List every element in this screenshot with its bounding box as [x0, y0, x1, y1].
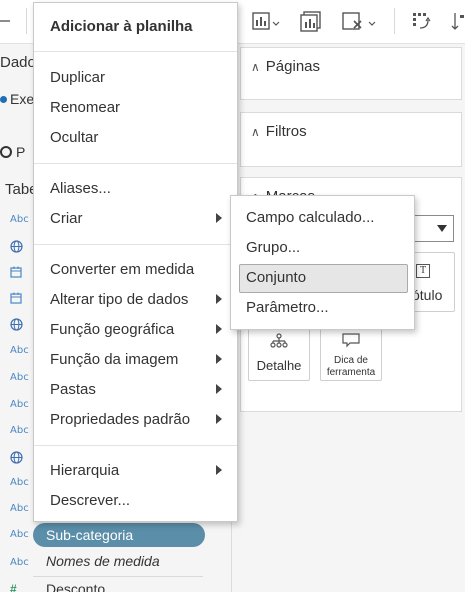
string-type-icon: Abc	[10, 503, 29, 514]
menu-hide[interactable]: Ocultar	[50, 129, 98, 146]
menu-separator	[34, 51, 237, 52]
menu-separator	[34, 163, 237, 164]
tooltip-label-line2: ferramenta	[326, 367, 376, 378]
search-icon	[0, 146, 12, 158]
string-type-icon: Abc	[10, 399, 29, 410]
sort-ascending-icon[interactable]	[448, 8, 465, 34]
tooltip-icon	[342, 333, 360, 348]
string-type-icon: Abc	[10, 557, 29, 568]
string-type-icon: Abc	[10, 372, 29, 383]
mark-type-dropdown[interactable]	[411, 215, 454, 242]
pages-title: Páginas	[265, 58, 321, 75]
duplicate-sheet-icon[interactable]	[298, 8, 328, 34]
submenu-arrow-icon	[216, 294, 222, 304]
submenu-set[interactable]: Conjunto	[246, 269, 306, 286]
label-mark-text: ótulo	[412, 287, 443, 303]
menu-image-role[interactable]: Função da imagem	[50, 351, 178, 368]
menu-convert-to-measure[interactable]: Converter em medida	[50, 261, 194, 278]
detail-mark-button[interactable]: Detalhe	[248, 327, 310, 381]
datasource-label: Exe	[10, 91, 35, 107]
search-text: P	[16, 144, 26, 160]
chevron-down-icon	[437, 225, 447, 232]
swap-rows-columns-icon[interactable]	[408, 8, 438, 34]
chevron-up-icon[interactable]: ∧	[251, 125, 260, 139]
submenu-group[interactable]: Grupo...	[246, 239, 300, 256]
menu-create[interactable]: Criar	[50, 210, 83, 227]
detail-label: Detalhe	[256, 358, 302, 373]
submenu-arrow-icon	[216, 324, 222, 334]
measures-divider	[33, 576, 203, 577]
submenu-arrow-icon	[216, 213, 222, 223]
filters-card-header: ∧ Filtros	[251, 123, 307, 140]
detail-icon	[270, 333, 288, 348]
text-label-icon: T	[416, 264, 430, 278]
back-arrow-icon[interactable]	[0, 8, 12, 34]
pages-card-header: ∧ Páginas	[251, 58, 320, 75]
measure-names-field[interactable]: Nomes de medida	[46, 553, 160, 569]
menu-describe[interactable]: Descrever...	[50, 492, 130, 509]
filters-card: ∧ Filtros	[240, 112, 462, 167]
pages-card: ∧ Páginas	[240, 47, 462, 100]
string-type-icon: Abc	[10, 214, 29, 225]
menu-aliases[interactable]: Aliases...	[50, 180, 111, 197]
field-context-menu: Adicionar à planilha Duplicar Renomear O…	[33, 2, 238, 522]
discount-field[interactable]: Desconto	[46, 581, 105, 592]
create-submenu: Campo calculado... Grupo... Conjunto Par…	[230, 195, 415, 330]
string-type-icon: Abc	[10, 477, 29, 488]
menu-hierarchy[interactable]: Hierarquia	[50, 462, 119, 479]
data-pane-title: Dado	[0, 54, 36, 71]
datasource-dot-icon	[0, 95, 7, 103]
date-type-icon	[10, 266, 22, 281]
tooltip-label-line1: Dica de	[334, 355, 368, 366]
string-type-icon: Abc	[10, 425, 29, 436]
menu-add-to-sheet[interactable]: Adicionar à planilha	[50, 18, 193, 35]
menu-geographic-role[interactable]: Função geográfica	[50, 321, 174, 338]
menu-duplicate[interactable]: Duplicar	[50, 69, 105, 86]
string-type-icon: Abc	[10, 345, 29, 356]
menu-separator	[34, 244, 237, 245]
submenu-parameter[interactable]: Parâmetro...	[246, 299, 329, 316]
toolbar-divider	[394, 8, 395, 34]
toolbar-divider	[26, 8, 27, 34]
submenu-calculated-field[interactable]: Campo calculado...	[246, 209, 374, 226]
number-type-icon: #	[10, 582, 17, 592]
menu-separator	[34, 445, 237, 446]
chevron-up-icon[interactable]: ∧	[251, 60, 260, 74]
submenu-arrow-icon	[216, 414, 222, 424]
submenu-arrow-icon	[216, 384, 222, 394]
new-worksheet-icon[interactable]	[250, 8, 284, 34]
geographic-type-icon	[10, 318, 23, 334]
menu-default-properties[interactable]: Propriedades padrão	[50, 411, 190, 428]
date-type-icon	[10, 292, 22, 307]
geographic-type-icon	[10, 451, 23, 467]
string-type-icon: Abc	[10, 529, 29, 540]
submenu-arrow-icon	[216, 465, 222, 475]
menu-change-data-type[interactable]: Alterar tipo de dados	[50, 291, 188, 308]
submenu-arrow-icon	[216, 354, 222, 364]
selected-field-pill[interactable]: Sub-categoria	[33, 523, 205, 547]
menu-folders[interactable]: Pastas	[50, 381, 96, 398]
datasource-item[interactable]: Exe	[0, 91, 34, 107]
menu-rename[interactable]: Renomear	[50, 99, 120, 116]
tooltip-mark-button[interactable]: Dica de ferramenta	[320, 327, 382, 381]
clear-sheet-icon[interactable]	[340, 8, 380, 34]
filters-title: Filtros	[265, 123, 307, 140]
geographic-type-icon	[10, 240, 23, 256]
